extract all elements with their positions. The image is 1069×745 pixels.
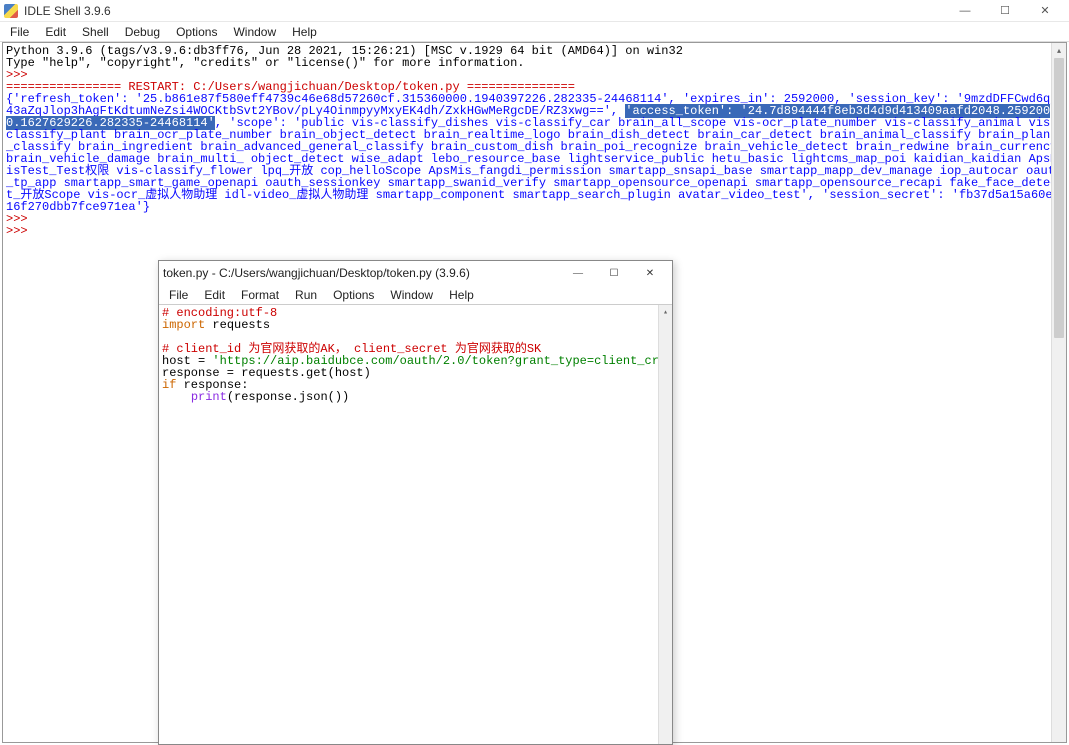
editor-menu-edit[interactable]: Edit xyxy=(196,286,233,304)
editor-window-controls: — ☐ ✕ xyxy=(560,261,668,285)
editor-menu-window[interactable]: Window xyxy=(382,286,441,304)
editor-titlebar: token.py - C:/Users/wangjichuan/Desktop/… xyxy=(159,261,672,285)
editor-minimize-button[interactable]: — xyxy=(560,261,596,285)
shell-prompt-3: >>> xyxy=(6,224,28,238)
code-indent xyxy=(162,390,191,404)
python-icon xyxy=(4,4,18,18)
editor-menubar: File Edit Format Run Options Window Help xyxy=(159,285,672,305)
editor-text-area[interactable]: # encoding:utf-8 import requests # clien… xyxy=(159,305,672,405)
editor-maximize-button[interactable]: ☐ xyxy=(596,261,632,285)
menu-file[interactable]: File xyxy=(2,23,37,41)
editor-body: # encoding:utf-8 import requests # clien… xyxy=(159,305,672,744)
shell-window-controls: — ☐ ✕ xyxy=(945,0,1065,22)
shell-scrollbar[interactable]: ▴ xyxy=(1051,43,1066,742)
banner-line-2: Type "help", "copyright", "credits" or "… xyxy=(6,56,524,70)
code-module-requests: requests xyxy=(205,318,270,332)
shell-titlebar: IDLE Shell 3.9.6 — ☐ ✕ xyxy=(0,0,1069,22)
code-builtin-print: print xyxy=(191,390,227,404)
editor-scrollbar[interactable]: ▴ xyxy=(658,305,672,744)
editor-menu-options[interactable]: Options xyxy=(325,286,382,304)
editor-menu-help[interactable]: Help xyxy=(441,286,482,304)
editor-menu-format[interactable]: Format xyxy=(233,286,287,304)
session-secret-key: 'session_secret' xyxy=(822,188,937,202)
scroll-up-icon[interactable]: ▴ xyxy=(1052,43,1066,58)
editor-title: token.py - C:/Users/wangjichuan/Desktop/… xyxy=(163,266,470,280)
shell-menubar: File Edit Shell Debug Options Window Hel… xyxy=(0,22,1069,42)
shell-text-area[interactable]: Python 3.9.6 (tags/v3.9.6:db3ff76, Jun 2… xyxy=(3,43,1066,239)
menu-help[interactable]: Help xyxy=(284,23,325,41)
code-keyword-import: import xyxy=(162,318,205,332)
editor-window: token.py - C:/Users/wangjichuan/Desktop/… xyxy=(158,260,673,745)
minimize-button[interactable]: — xyxy=(945,0,985,22)
menu-options[interactable]: Options xyxy=(168,23,225,41)
editor-close-button[interactable]: ✕ xyxy=(632,261,668,285)
maximize-button[interactable]: ☐ xyxy=(985,0,1025,22)
menu-debug[interactable]: Debug xyxy=(117,23,168,41)
shell-output: {'refresh_token': '25.b861e87f580eff4739… xyxy=(6,92,1065,214)
editor-menu-file[interactable]: File xyxy=(161,286,196,304)
editor-scroll-up-icon[interactable]: ▴ xyxy=(659,305,672,320)
scroll-thumb[interactable] xyxy=(1054,58,1064,338)
close-button[interactable]: ✕ xyxy=(1025,0,1065,22)
menu-shell[interactable]: Shell xyxy=(74,23,117,41)
menu-window[interactable]: Window xyxy=(225,23,284,41)
menu-edit[interactable]: Edit xyxy=(37,23,74,41)
code-print-rest: (response.json()) xyxy=(227,390,349,404)
editor-menu-run[interactable]: Run xyxy=(287,286,325,304)
shell-title: IDLE Shell 3.9.6 xyxy=(24,4,111,18)
